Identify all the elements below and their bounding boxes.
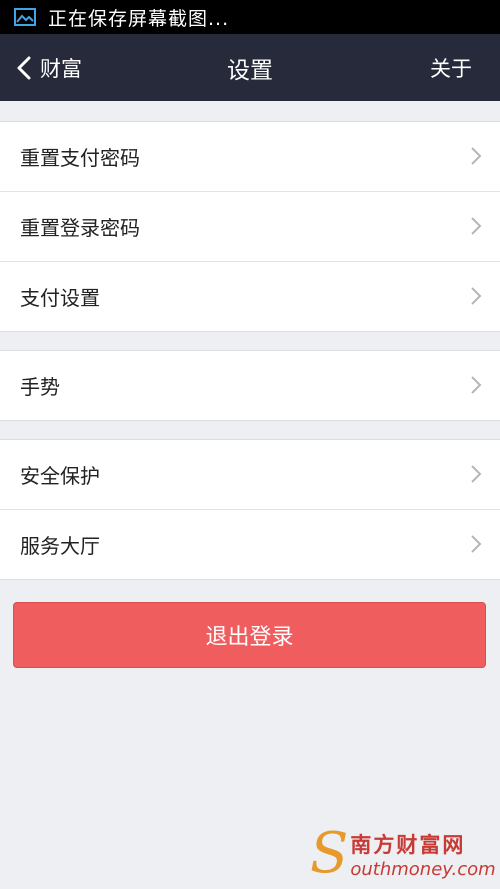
- settings-item-label: 重置支付密码: [20, 146, 140, 170]
- nav-bar: 财富 设置 关于: [0, 34, 500, 101]
- about-button[interactable]: 关于: [430, 34, 472, 101]
- settings-item-reset-pay-password[interactable]: 重置支付密码: [0, 122, 500, 191]
- settings-item-reset-login-password[interactable]: 重置登录密码: [0, 191, 500, 261]
- chevron-left-icon: [17, 56, 31, 79]
- settings-item-label: 手势: [20, 375, 60, 399]
- watermark-logo: S 南方财富网 outhmoney.com: [310, 823, 496, 885]
- chevron-right-icon: [471, 287, 482, 305]
- settings-item-service-hall[interactable]: 服务大厅: [0, 509, 500, 579]
- settings-item-payment-settings[interactable]: 支付设置: [0, 261, 500, 331]
- settings-item-label: 服务大厅: [20, 534, 100, 558]
- settings-group-security: 重置支付密码 重置登录密码 支付设置: [0, 121, 500, 332]
- screenshot-icon: [14, 8, 36, 26]
- settings-group-gesture: 手势: [0, 350, 500, 421]
- logout-button[interactable]: 退出登录: [13, 602, 486, 668]
- chevron-right-icon: [471, 535, 482, 553]
- watermark-cn: 南方财富网: [350, 832, 466, 857]
- chevron-right-icon: [471, 217, 482, 235]
- settings-item-security-protection[interactable]: 安全保护: [0, 440, 500, 509]
- chevron-right-icon: [471, 376, 482, 394]
- watermark-en: outhmoney.com: [350, 858, 496, 880]
- watermark-text: 南方财富网 outhmoney.com: [350, 829, 495, 880]
- status-bar: 正在保存屏幕截图...: [0, 0, 500, 34]
- back-label: 财富: [40, 56, 82, 81]
- settings-group-service: 安全保护 服务大厅: [0, 439, 500, 580]
- settings-item-label: 安全保护: [20, 464, 100, 488]
- status-text: 正在保存屏幕截图...: [48, 7, 230, 30]
- watermark-initial: S: [310, 821, 349, 886]
- settings-item-gesture[interactable]: 手势: [0, 351, 500, 420]
- back-button[interactable]: 财富: [16, 34, 82, 101]
- settings-item-label: 支付设置: [20, 286, 100, 310]
- chevron-right-icon: [471, 147, 482, 165]
- settings-item-label: 重置登录密码: [20, 216, 140, 240]
- chevron-right-icon: [471, 465, 482, 483]
